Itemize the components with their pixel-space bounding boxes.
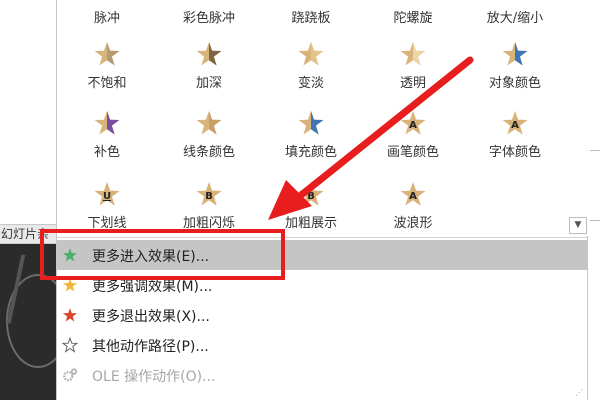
- annotation-arrow: [268, 56, 474, 220]
